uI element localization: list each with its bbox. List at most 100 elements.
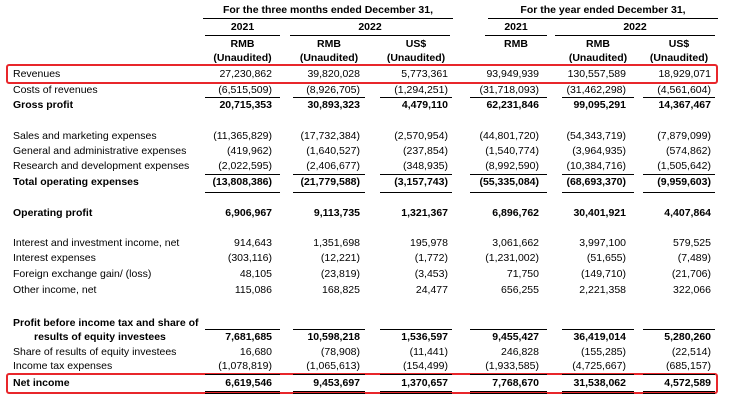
row-value-cell: (23,819) <box>320 268 360 280</box>
total-rule <box>470 192 547 193</box>
row-value-cell: 30,401,921 <box>573 207 626 219</box>
row-value-cell: (1,772) <box>414 252 448 264</box>
total-rule <box>643 192 715 193</box>
total-rule <box>293 192 365 193</box>
row-value-cell: (2,022,595) <box>218 160 272 172</box>
currency-y-2022-rmb: RMB <box>586 38 610 50</box>
total-rule <box>380 329 452 330</box>
row-value-cell: 39,820,028 <box>307 68 360 80</box>
row-value-cell: 322,066 <box>673 284 711 296</box>
row-label: Revenues <box>13 68 61 80</box>
header-q-2022: 2022 <box>358 21 382 33</box>
total-rule <box>380 374 452 375</box>
currency-q-2021: RMB <box>230 38 255 50</box>
total-rule <box>643 391 715 392</box>
total-rule <box>643 97 715 98</box>
total-rule <box>562 192 634 193</box>
row-value-cell: 62,231,846 <box>486 99 539 111</box>
row-value-cell: 195,978 <box>410 237 448 249</box>
row-label: Profit before income tax and share of <box>13 317 199 329</box>
row-value-cell: 93,949,939 <box>486 68 539 80</box>
row-value-cell: 9,113,735 <box>313 207 360 219</box>
row-value-cell: 36,419,014 <box>573 331 626 343</box>
row-label: Interest expenses <box>13 252 96 264</box>
row-label: Costs of revenues <box>13 84 98 96</box>
row-value-cell: (8,992,590) <box>485 160 539 172</box>
header-rule-three-months <box>203 18 453 19</box>
total-rule <box>643 174 715 175</box>
row-value-cell: 16,680 <box>239 346 272 358</box>
rule-y-2022 <box>555 35 715 36</box>
row-value-cell: (574,862) <box>666 145 711 157</box>
rule-y-2021 <box>485 35 547 36</box>
row-value-cell: (8,926,705) <box>306 84 360 96</box>
row-value-cell: 246,828 <box>501 346 539 358</box>
row-value-cell: 5,280,260 <box>664 331 711 343</box>
row-value-cell: 656,255 <box>501 284 539 296</box>
header-three-months: For the three months ended December 31, <box>222 4 434 16</box>
row-value-cell: (11,441) <box>409 346 448 358</box>
total-rule <box>205 97 280 98</box>
total-rule <box>562 391 634 392</box>
total-rule <box>562 97 634 98</box>
row-value-cell: 4,572,589 <box>664 377 711 389</box>
row-value-cell: 1,351,698 <box>313 237 360 249</box>
row-value-cell: 9,453,697 <box>313 377 360 389</box>
row-value-cell: 6,896,762 <box>492 207 539 219</box>
currency-y-2021: RMB <box>504 38 528 50</box>
row-value-cell: 10,598,218 <box>307 331 360 343</box>
row-value-cell: 9,455,427 <box>492 331 539 343</box>
row-value-cell: (44,801,720) <box>479 130 539 142</box>
row-value-cell: 4,479,110 <box>401 99 448 111</box>
row-label: Interest and investment income, net <box>13 237 180 249</box>
total-rule <box>293 391 365 392</box>
row-value-cell: (10,384,716) <box>566 160 626 172</box>
header-rule-year <box>488 18 718 19</box>
total-rule <box>380 192 452 193</box>
row-value-cell: (22,514) <box>671 346 711 358</box>
row-value-cell: (51,655) <box>586 252 626 264</box>
total-rule <box>380 174 452 175</box>
row-value-cell: (31,462,298) <box>566 84 626 96</box>
row-value-cell: (1,540,774) <box>485 145 539 157</box>
row-value-cell: (1,640,527) <box>306 145 360 157</box>
row-value-cell: (17,732,384) <box>300 130 360 142</box>
total-rule <box>205 391 280 392</box>
row-value-cell: (68,693,370) <box>566 176 626 188</box>
header-y-2022: 2022 <box>623 21 647 33</box>
row-value-cell: (155,285) <box>581 346 626 358</box>
total-rule <box>562 374 634 375</box>
total-rule <box>380 97 452 98</box>
row-value-cell: 24,477 <box>415 284 448 296</box>
header-year: For the year ended December 31, <box>520 4 686 16</box>
total-rule <box>293 174 365 175</box>
row-value-cell: (2,570,954) <box>394 130 448 142</box>
row-value-cell: (2,406,677) <box>306 160 360 172</box>
row-value-cell: (237,854) <box>403 145 448 157</box>
total-rule <box>643 393 715 394</box>
row-value-cell: 168,825 <box>322 284 360 296</box>
total-rule <box>293 329 365 330</box>
total-rule <box>562 393 634 394</box>
total-rule <box>293 393 365 394</box>
row-label: General and administrative expenses <box>13 145 187 157</box>
row-value-cell: (6,515,509) <box>218 84 272 96</box>
total-rule <box>643 329 715 330</box>
row-value-cell: 27,230,862 <box>219 68 272 80</box>
row-value-cell: (1,933,585) <box>485 360 539 372</box>
row-value-cell: (7,489) <box>677 252 711 264</box>
row-value-cell: 48,105 <box>239 268 272 280</box>
row-value-cell: (3,964,935) <box>572 145 626 157</box>
row-value-cell: (303,116) <box>227 252 272 264</box>
total-rule <box>470 391 547 392</box>
currency-q-2022-rmb: RMB <box>317 38 341 50</box>
financial-statement-page: { "header": { "period_three_months": "Fo… <box>0 0 731 417</box>
row-value-cell: (7,879,099) <box>657 130 711 142</box>
row-value-cell: 20,715,353 <box>219 99 272 111</box>
total-rule <box>380 391 452 392</box>
row-label: Net income <box>13 377 70 389</box>
rule-q-2022 <box>290 35 450 36</box>
row-value-cell: 1,536,597 <box>401 331 448 343</box>
row-value-cell: (13,808,386) <box>212 176 272 188</box>
row-value-cell: (55,335,084) <box>479 176 539 188</box>
